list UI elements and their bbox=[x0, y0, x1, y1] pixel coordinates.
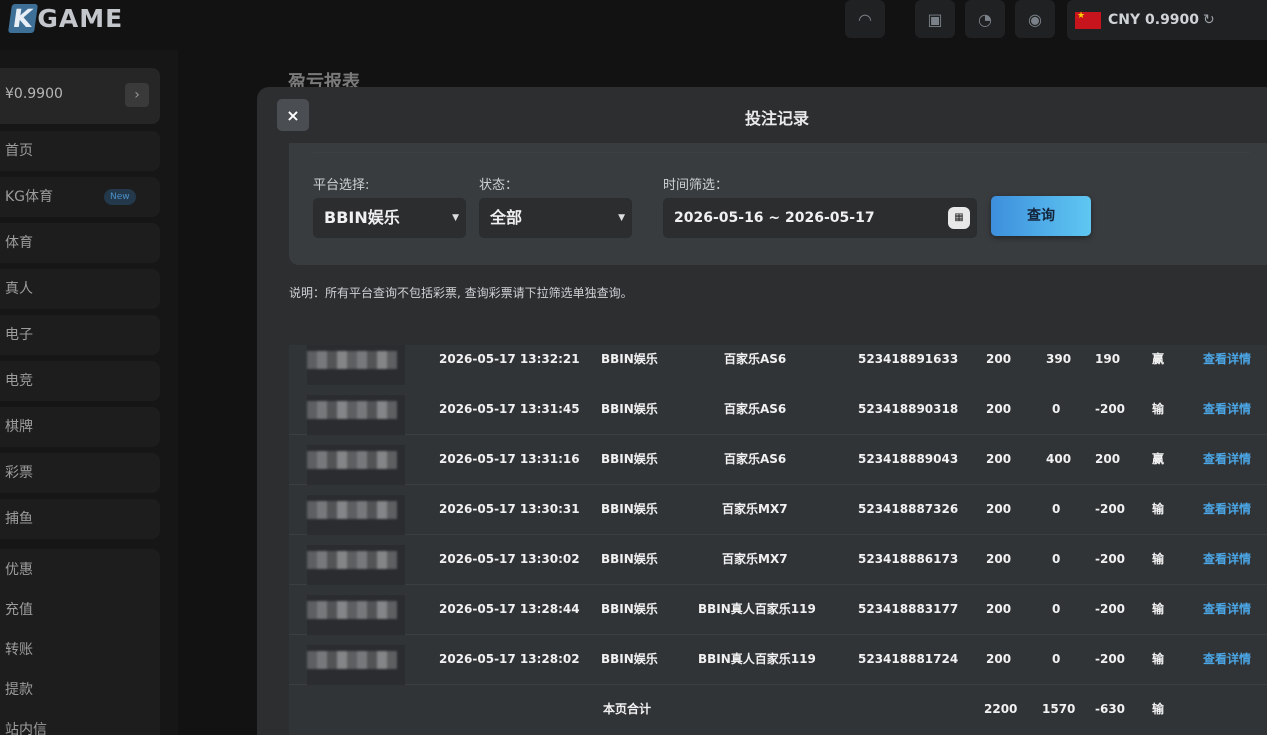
wallet-balance[interactable]: CNY 0.9900 ↻ bbox=[1067, 0, 1267, 40]
status-select[interactable]: 全部 ▼ bbox=[479, 198, 632, 238]
total-label: 本页合计 bbox=[603, 702, 652, 716]
table-total-row: 本页合计 2200 1570 -630 输 bbox=[289, 685, 1267, 735]
sidebar-item-label: 转账 bbox=[5, 642, 33, 658]
table-row: 2026-05-17 13:31:45 BBIN娱乐 百家乐AS6 523418… bbox=[289, 385, 1267, 435]
date-range-input[interactable]: 2026-05-16 ~ 2026-05-17 ▦ bbox=[663, 198, 977, 238]
table-row: 2026-05-17 13:28:44 BBIN娱乐 BBIN真人百家乐119 … bbox=[289, 585, 1267, 635]
masked-cell bbox=[307, 445, 405, 485]
blurred-username bbox=[307, 501, 397, 519]
total-result: 输 bbox=[1152, 702, 1165, 716]
total-payout: 1570 bbox=[1042, 702, 1076, 716]
sidebar: ¥0.9900 › 首页 KG体育 New 体育 真人 电子 电竞 棋牌 彩票 捕… bbox=[0, 50, 178, 735]
table-row: 2026-05-17 13:30:02 BBIN娱乐 百家乐MX7 523418… bbox=[289, 535, 1267, 585]
sidebar-item-live[interactable]: 真人 bbox=[0, 269, 160, 309]
query-note: 说明：所有平台查询不包括彩票, 查询彩票请下拉筛选单独查询。 bbox=[289, 286, 633, 300]
total-profit: -630 bbox=[1095, 702, 1126, 716]
sidebar-item-transfer[interactable]: 转账 bbox=[0, 630, 160, 670]
china-flag-icon bbox=[1075, 11, 1101, 29]
page: KGAME ◠ ▣ ◔ ◉ CNY 0.9900 ↻ ¥0.9900 › 首页 … bbox=[0, 0, 1267, 735]
blurred-username bbox=[307, 351, 397, 369]
sidebar-item-sports[interactable]: 体育 bbox=[0, 223, 160, 263]
sidebar-item-slots[interactable]: 电子 bbox=[0, 315, 160, 355]
refresh-icon[interactable]: ↻ bbox=[1203, 12, 1215, 28]
total-bet: 2200 bbox=[984, 702, 1018, 716]
masked-cell bbox=[307, 395, 405, 435]
query-button[interactable]: 查询 bbox=[991, 196, 1091, 236]
blurred-username bbox=[307, 451, 397, 469]
sidebar-item-label: 彩票 bbox=[5, 465, 33, 481]
wallet-icon[interactable]: ▣ bbox=[915, 0, 955, 38]
support-icon[interactable]: ◉ bbox=[1015, 0, 1055, 38]
new-badge: New bbox=[104, 189, 136, 205]
blurred-username bbox=[307, 401, 397, 419]
masked-cell bbox=[307, 345, 405, 385]
status-value: 全部 bbox=[490, 208, 523, 227]
sidebar-item-lottery[interactable]: 彩票 bbox=[0, 453, 160, 493]
sidebar-item-fishing[interactable]: 捕鱼 bbox=[0, 499, 160, 539]
sidebar-item-kg-sports[interactable]: KG体育 New bbox=[0, 177, 160, 217]
masked-cell bbox=[307, 595, 405, 635]
chevron-right-icon[interactable]: › bbox=[125, 83, 149, 107]
sidebar-item-cards[interactable]: 棋牌 bbox=[0, 407, 160, 447]
masked-cell bbox=[307, 545, 405, 585]
sidebar-item-label: 体育 bbox=[5, 235, 33, 251]
status-label: 状态： bbox=[479, 178, 519, 193]
bet-records-modal: 平台选择: BBIN娱乐 ▼ 状态： 全部 ▼ 时间筛选： 2026-05-16… bbox=[257, 87, 1267, 735]
sidebar-item-label: 优惠 bbox=[5, 562, 33, 578]
table-row: 2026-05-17 13:30:31 BBIN娱乐 百家乐MX7 523418… bbox=[289, 485, 1267, 535]
sidebar-item-label: 首页 bbox=[5, 143, 33, 159]
sidebar-item-withdraw[interactable]: 提款 bbox=[0, 670, 160, 710]
platform-value: BBIN娱乐 bbox=[324, 208, 400, 227]
title-divider bbox=[313, 152, 1250, 153]
calendar-icon[interactable]: ▦ bbox=[948, 207, 970, 229]
sidebar-item-esports[interactable]: 电竞 bbox=[0, 361, 160, 401]
balance-card[interactable]: ¥0.9900 › bbox=[0, 68, 160, 124]
top-bar: KGAME ◠ ▣ ◔ ◉ CNY 0.9900 ↻ bbox=[0, 0, 1267, 50]
date-range-value: 2026-05-16 ~ 2026-05-17 bbox=[674, 210, 875, 226]
sidebar-item-promotions[interactable]: 优惠 bbox=[0, 550, 160, 590]
sidebar-item-deposit[interactable]: 充值 bbox=[0, 590, 160, 630]
sidebar-item-label: 捕鱼 bbox=[5, 511, 33, 527]
table-row: 2026-05-17 13:28:02 BBIN娱乐 BBIN真人百家乐119 … bbox=[289, 635, 1267, 685]
caret-down-icon: ▼ bbox=[452, 213, 459, 223]
wallet-amount: CNY 0.9900 bbox=[1108, 12, 1200, 28]
platform-label: 平台选择: bbox=[313, 178, 370, 193]
sidebar-item-label: 电竞 bbox=[5, 373, 33, 389]
sidebar-item-label: 站内信 bbox=[5, 722, 47, 735]
blurred-username bbox=[307, 551, 397, 569]
sidebar-item-label: 真人 bbox=[5, 281, 33, 297]
masked-cell bbox=[307, 495, 405, 535]
sidebar-item-label: 提款 bbox=[5, 682, 33, 698]
masked-cell bbox=[307, 645, 405, 685]
platform-select[interactable]: BBIN娱乐 ▼ bbox=[313, 198, 466, 238]
blurred-username bbox=[307, 601, 397, 619]
time-label: 时间筛选： bbox=[663, 178, 729, 193]
caret-down-icon: ▼ bbox=[618, 213, 625, 223]
balance-value: ¥0.9900 bbox=[5, 86, 63, 102]
sidebar-item-label: 棋牌 bbox=[5, 419, 33, 435]
sidebar-item-home[interactable]: 首页 bbox=[0, 131, 160, 171]
modal-title: 投注记录 bbox=[744, 109, 809, 128]
refresh-circle-icon[interactable]: ◔ bbox=[965, 0, 1005, 38]
blurred-username bbox=[307, 651, 397, 669]
sidebar-item-label: KG体育 bbox=[5, 189, 54, 205]
logo[interactable]: KGAME bbox=[7, 4, 123, 33]
filter-panel: 平台选择: BBIN娱乐 ▼ 状态： 全部 ▼ 时间筛选： 2026-05-16… bbox=[289, 143, 1267, 265]
sidebar-item-label: 电子 bbox=[5, 327, 33, 343]
signal-icon[interactable]: ◠ bbox=[845, 0, 885, 38]
sidebar-item-messages[interactable]: 站内信 bbox=[0, 710, 160, 735]
sidebar-item-label: 充值 bbox=[5, 602, 33, 618]
table-row: 2026-05-17 13:31:16 BBIN娱乐 百家乐AS6 523418… bbox=[289, 435, 1267, 485]
